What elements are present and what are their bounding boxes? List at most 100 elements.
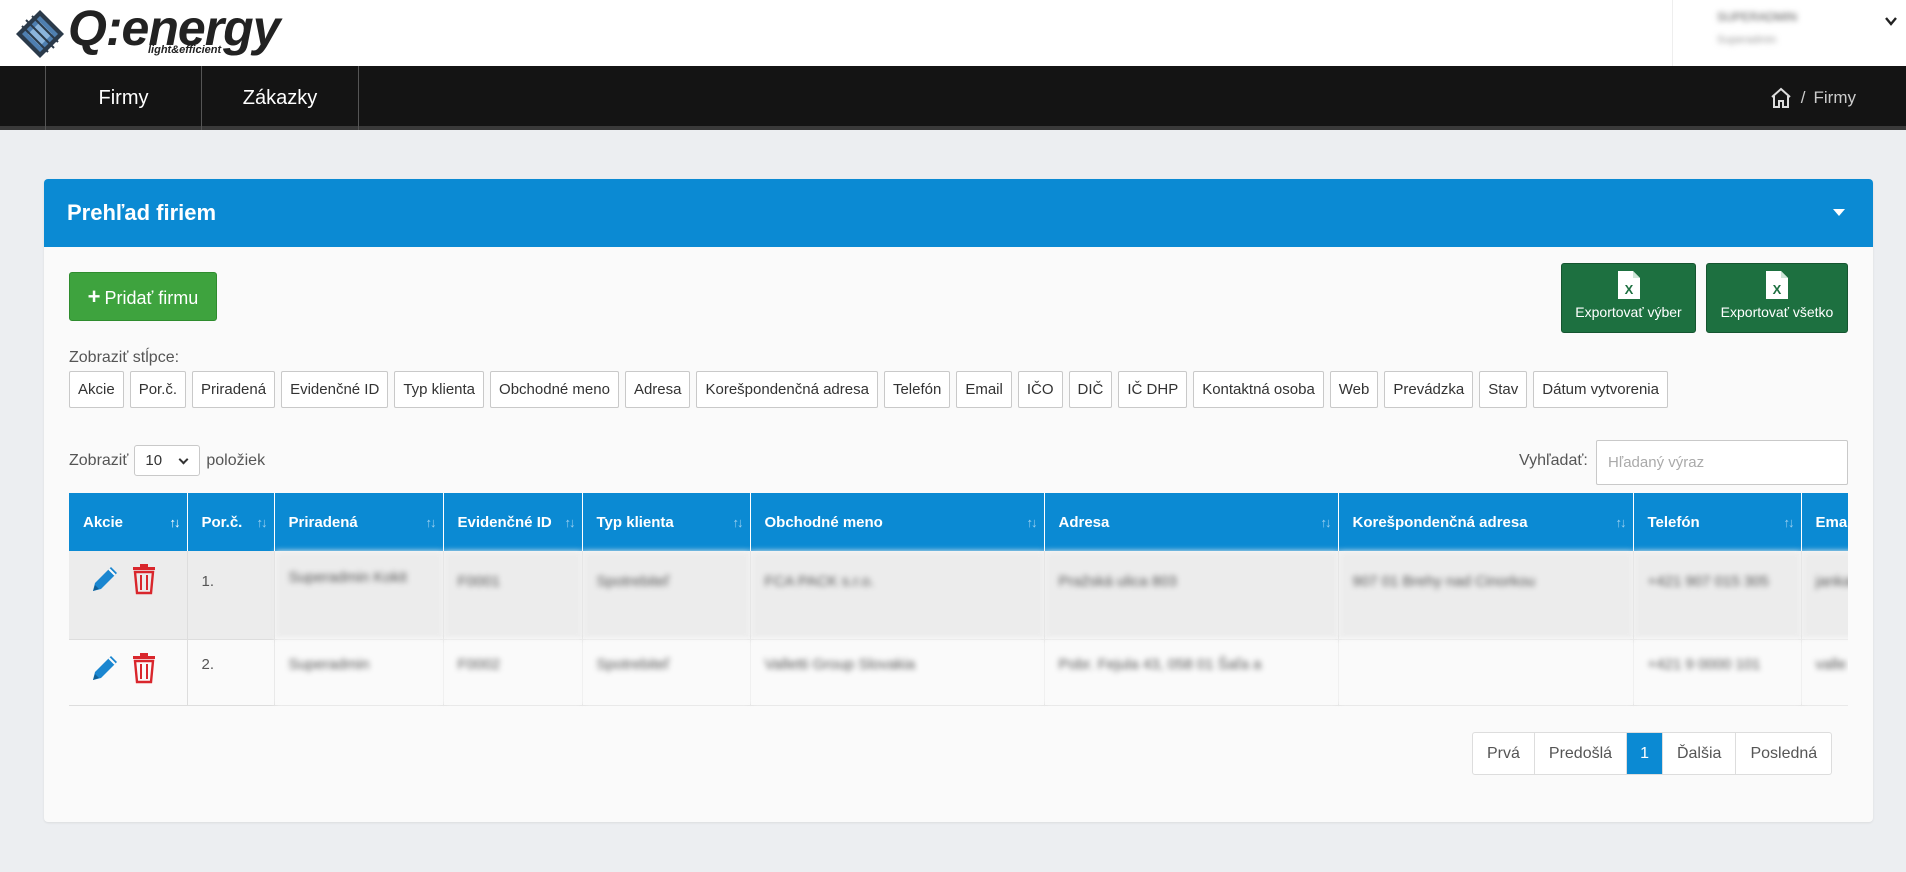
page-current[interactable]: 1 (1627, 733, 1663, 774)
th-telefon[interactable]: Telefón ↑↓ (1633, 493, 1802, 551)
edit-pencil-icon[interactable] (89, 652, 121, 684)
home-icon[interactable] (1769, 86, 1793, 110)
cell-address: Pražská ulica 803 (1044, 551, 1339, 640)
nav-item-firmy[interactable]: Firmy (45, 66, 201, 130)
card-header[interactable]: Prehľad firiem (44, 179, 1873, 247)
column-toggle-kontaktna-osoba[interactable]: Kontaktná osoba (1193, 371, 1324, 408)
page-length-control: Zobraziť 10 položiek (69, 445, 265, 476)
sort-icon: ↑↓ (425, 515, 437, 530)
page-first[interactable]: Prvá (1473, 733, 1535, 774)
column-toggle-adresa[interactable]: Adresa (624, 371, 691, 408)
add-company-button[interactable]: + Pridať firmu (69, 272, 217, 321)
caret-down-icon[interactable] (1833, 209, 1845, 216)
cell-name: FCA PACK s.r.o. (750, 551, 1045, 640)
sort-icon: ↑↓ (564, 515, 576, 530)
svg-text:X: X (1773, 282, 1782, 297)
th-adresa[interactable]: Adresa ↑↓ (1044, 493, 1339, 551)
page-length-prefix: Zobraziť (69, 451, 129, 469)
user-menu[interactable]: SUPERADMIN Superadmin (1672, 0, 1906, 66)
cell-email: valle (1801, 639, 1848, 706)
companies-card: Prehľad firiem + Pridať firmu X Exportova… (44, 179, 1873, 822)
trash-icon[interactable] (131, 563, 157, 595)
logo[interactable]: Q:energy light&efficient (14, 2, 294, 58)
logo-diamond-icon (16, 10, 64, 58)
user-role: Superadmin (1717, 34, 1777, 46)
breadcrumb-separator: / (1800, 88, 1806, 107)
add-company-label: Pridať firmu (104, 288, 199, 308)
user-name: SUPERADMIN (1717, 10, 1798, 24)
export-selection-label: Exportovať výber (1575, 304, 1682, 320)
columns-toggle-label: Zobraziť stĺpce: (69, 349, 180, 366)
page-prev[interactable]: Predošlá (1535, 733, 1628, 774)
column-toggle-evidencne-id[interactable]: Evidenčné ID (281, 371, 389, 408)
th-evidencne-id[interactable]: Evidenčné ID ↑↓ (443, 493, 583, 551)
cell-assigned: Superadmin Kokit (274, 551, 444, 640)
th-priradena[interactable]: Priradená ↑↓ (274, 493, 444, 551)
breadcrumb: / Firmy (1769, 66, 1856, 130)
cell-type: Spotrebiteľ (582, 551, 751, 640)
main-navbar: Firmy Zákazky / Firmy (0, 66, 1906, 130)
column-toggle-telefon[interactable]: Telefón (883, 371, 951, 408)
sort-icon: ↑↓ (169, 515, 181, 530)
sort-icon: ↑↓ (732, 515, 744, 530)
cell-email: jankal (1801, 551, 1848, 640)
cell-assigned: Superadmin (274, 639, 444, 706)
column-toggle-datum-vytvorenia[interactable]: Dátum vytvorenia (1533, 371, 1668, 408)
search-input[interactable] (1596, 440, 1848, 485)
column-toggle-prevadzka[interactable]: Prevádzka (1384, 371, 1474, 408)
sort-icon: ↑↓ (256, 515, 268, 530)
trash-icon[interactable] (131, 652, 157, 684)
cell-corr-address: 907 01 Brehy nad Cinorkou (1338, 551, 1634, 640)
th-korespondencna-adresa[interactable]: Korešpondenčná adresa ↑↓ (1338, 493, 1634, 551)
page-last[interactable]: Posledná (1736, 733, 1831, 774)
column-toggle-email[interactable]: Email (956, 371, 1012, 408)
companies-table: Akcie ↑↓ Por.č. ↑↓ Priradená ↑↓ Evidenčné I… (69, 493, 1848, 707)
column-toggle-priradena[interactable]: Priradená (192, 371, 276, 408)
edit-pencil-icon[interactable] (89, 563, 121, 595)
sort-icon: ↑↓ (1320, 515, 1332, 530)
search-label: Vyhľadať: (1519, 452, 1588, 469)
excel-file-icon: X (1766, 271, 1788, 299)
column-toggle-dic[interactable]: DIČ (1068, 371, 1113, 408)
svg-text:X: X (1624, 282, 1633, 297)
columns-toggle-group: Akcie Por.č. Priradená Evidenčné ID Typ … (69, 371, 1668, 408)
column-toggle-akcie[interactable]: Akcie (69, 371, 124, 408)
nav-item-zakazky[interactable]: Zákazky (201, 66, 359, 130)
row-actions (69, 551, 188, 640)
column-toggle-obchodne-meno[interactable]: Obchodné meno (490, 371, 619, 408)
column-toggle-typ-klienta[interactable]: Typ klienta (394, 371, 485, 408)
logo-tagline: light&efficient (148, 44, 222, 56)
row-actions (69, 639, 188, 706)
cell-name: Valletti Group Slovakia (750, 639, 1045, 706)
excel-file-icon: X (1617, 271, 1640, 299)
column-toggle-stav[interactable]: Stav (1479, 371, 1528, 408)
chevron-down-icon[interactable] (1884, 14, 1898, 28)
th-typ-klienta[interactable]: Typ klienta ↑↓ (582, 493, 751, 551)
cell-address: Pobr. Fejula 43, 058 01 Šaľa a (1044, 639, 1339, 706)
column-toggle-porc[interactable]: Por.č. (129, 371, 187, 408)
sort-icon: ↑↓ (1615, 515, 1627, 530)
export-selection-button[interactable]: X Exportovať výber (1561, 263, 1696, 333)
cell-num: 1. (187, 551, 275, 640)
th-akcie[interactable]: Akcie ↑↓ (69, 493, 188, 551)
th-obchodne-meno[interactable]: Obchodné meno ↑↓ (750, 493, 1045, 551)
column-toggle-ico[interactable]: IČO (1017, 371, 1063, 408)
breadcrumb-current: Firmy (1813, 88, 1856, 107)
export-all-button[interactable]: X Exportovať všetko (1706, 263, 1848, 333)
page-next[interactable]: Ďalšia (1663, 733, 1737, 774)
plus-icon: + (87, 284, 101, 309)
table-row: 1. Superadmin Kokit F0001 Spotrebiteľ FC… (69, 551, 1848, 640)
cell-id: F0002 (443, 639, 583, 706)
column-toggle-korespondencna-adresa[interactable]: Korešpondenčná adresa (696, 371, 878, 408)
th-porc[interactable]: Por.č. ↑↓ (187, 493, 275, 551)
page-length-select[interactable]: 10 (134, 445, 201, 476)
th-email[interactable]: Emai (1801, 493, 1848, 551)
cell-phone: +421 907 015 305 (1633, 551, 1802, 640)
cell-type: Spotrebiteľ (582, 639, 751, 706)
column-toggle-web[interactable]: Web (1329, 371, 1379, 408)
cell-phone: +421 9 0000 101 (1633, 639, 1802, 706)
column-toggle-ic-dhp[interactable]: IČ DHP (1118, 371, 1188, 408)
pagination: Prvá Predošlá 1 Ďalšia Posledná (1472, 732, 1833, 775)
cell-id: F0001 (443, 551, 583, 640)
table-header-row: Akcie ↑↓ Por.č. ↑↓ Priradená ↑↓ Evidenčné I… (69, 493, 1848, 551)
